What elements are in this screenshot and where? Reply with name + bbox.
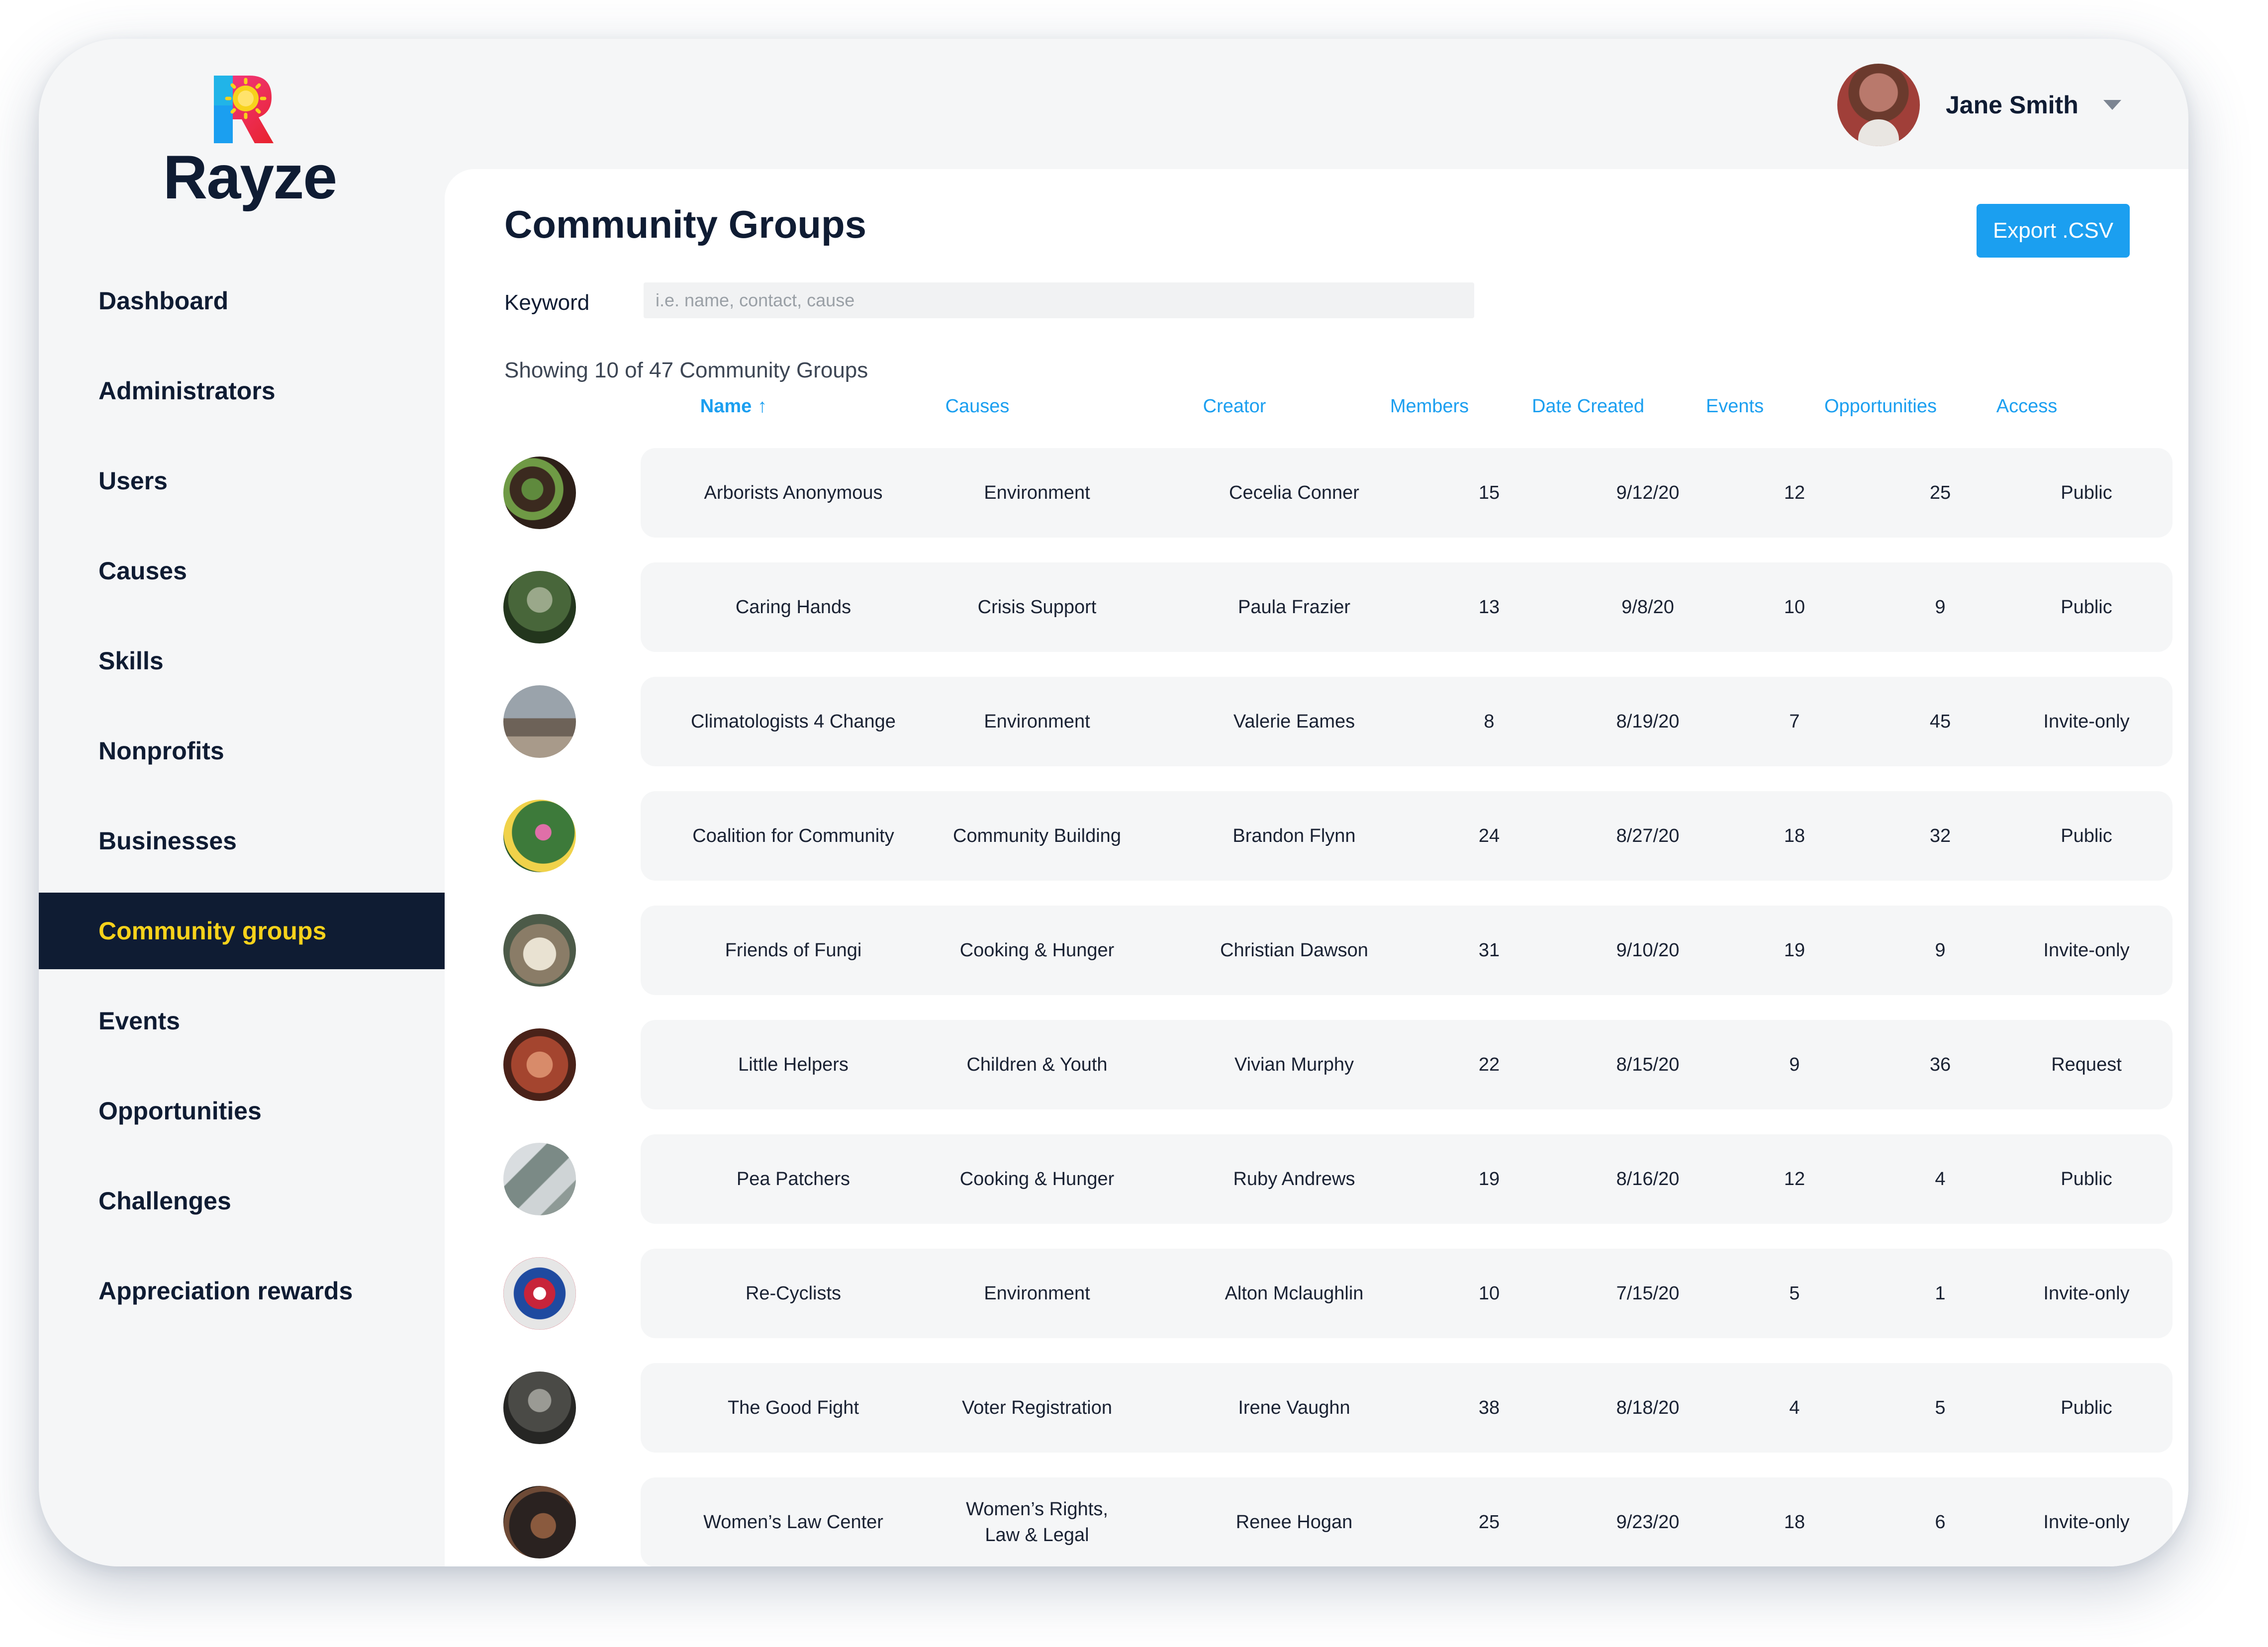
brand-name: Rayze [163,143,337,212]
group-thumbnail[interactable] [503,1257,576,1330]
sidebar-item-opportunities[interactable]: Opportunities [39,1073,445,1149]
table-row-the-good-fight[interactable]: The Good Fight Voter Registration Irene Va… [641,1363,2173,1453]
export-csv-button[interactable]: Export .CSV [1977,204,2130,258]
keyword-label: Keyword [504,290,590,315]
table-row-caring-hands[interactable]: Caring Hands Crisis Support Paula Frazier 1… [641,562,2173,652]
cell-name: Little Helpers [738,1054,849,1075]
cell-name: Coalition for Community [692,825,894,846]
cell-access: Invite-only [2043,940,2130,961]
column-header-causes[interactable]: Causes [878,396,1077,417]
cell-access: Public [2061,825,2112,846]
rayze-logo[interactable]: Rayze [150,75,349,214]
app-window: Rayze Dashboard Administrators Users Causes… [39,39,2188,1566]
cell-access: Request [2051,1054,2122,1075]
sidebar-item-users[interactable]: Users [39,443,445,519]
column-header-label: Events [1705,396,1764,417]
cell-access: Public [2061,1397,2112,1418]
cell-name: Friends of Fungi [725,940,862,961]
group-thumbnail[interactable] [503,457,576,529]
sidebar-item-administrators[interactable]: Administrators [39,353,445,429]
group-thumbnail[interactable] [503,685,576,758]
sidebar-item-causes[interactable]: Causes [39,533,445,609]
cell-causes: Women’s Rights, Law & Legal [966,1499,1108,1546]
column-header-creator[interactable]: Creator [1135,396,1334,417]
sidebar-item-businesses[interactable]: Businesses [39,803,445,879]
cell-name: Pea Patchers [736,1169,850,1190]
group-thumbnail[interactable] [503,914,576,987]
user-menu[interactable]: Jane Smith [1837,63,2121,147]
column-header-label: Opportunities [1824,396,1937,417]
cell-access: Invite-only [2043,1512,2130,1533]
main-panel: Community Groups Export .CSV Keyword Sho… [445,169,2188,1566]
column-header-label: Date Created [1531,396,1644,417]
group-thumbnail[interactable] [503,1486,576,1558]
group-thumbnail[interactable] [503,800,576,872]
chevron-down-icon[interactable] [2103,100,2121,110]
sidebar-item-challenges[interactable]: Challenges [39,1163,445,1239]
cell-access: Public [2061,482,2112,503]
table-row-arborists-anonymous[interactable]: Arborists Anonymous Environment Cecelia Co… [641,448,2173,538]
table-row-climatologists-4-change[interactable]: Climatologists 4 Change Environment Valeri… [641,677,2173,766]
group-thumbnail[interactable] [503,1143,576,1215]
rayze-logo-icon [214,76,274,143]
cell-causes: Environment [984,711,1090,732]
sidebar-item-nonprofits[interactable]: Nonprofits [39,713,445,789]
cell-name: Caring Hands [735,597,851,618]
keyword-search-input[interactable] [644,282,1474,318]
cell-causes: Children & Youth [966,1054,1108,1075]
table-row-re-cyclists[interactable]: Re-Cyclists Environment Alton Mclaughlin 10… [641,1249,2173,1338]
column-header-label: Causes [945,396,1010,417]
cell-causes: Voter Registration [961,1397,1113,1418]
cell-causes: Cooking & Hunger [959,1169,1115,1190]
avatar[interactable] [1837,64,1920,146]
column-header-access[interactable]: Access [1927,396,2126,417]
sidebar-item-community-groups[interactable]: Community groups [39,893,445,969]
table-row-friends-of-fungi[interactable]: Friends of Fungi Cooking & Hunger Christia… [641,906,2173,995]
sidebar-item-dashboard[interactable]: Dashboard [39,263,445,339]
cell-causes: Cooking & Hunger [959,940,1115,961]
column-header-label: Access [1996,396,2058,417]
sidebar-item-appreciation-rewards[interactable]: Appreciation rewards [39,1253,445,1329]
group-thumbnail[interactable] [503,1028,576,1101]
cell-causes: Crisis Support [977,597,1097,618]
cell-name: Re-Cyclists [745,1283,842,1304]
cell-access: Public [2061,597,2112,618]
cell-name: Arborists Anonymous [704,482,883,503]
column-header-name[interactable]: Name ↑ [634,396,833,417]
cell-name: The Good Fight [727,1397,859,1418]
sidebar-item-events[interactable]: Events [39,983,445,1059]
user-name[interactable]: Jane Smith [1946,91,2079,119]
cell-access: Invite-only [2043,1283,2130,1304]
table-row-coalition-for-community[interactable]: Coalition for Community Community Buildin… [641,791,2173,881]
sort-ascending-icon[interactable]: ↑ [757,396,767,417]
cell-name: Climatologists 4 Change [691,711,896,732]
cell-causes: Environment [984,1283,1090,1304]
page-title: Community Groups [504,202,867,246]
sidebar: Rayze Dashboard Administrators Users Causes… [39,39,445,1566]
cell-name: Women’s Law Center [703,1512,883,1533]
group-thumbnail[interactable] [503,1372,576,1444]
group-thumbnail[interactable] [503,571,576,643]
cell-causes: Environment [984,482,1090,503]
table-row-women-s-law-center[interactable]: Women’s Law Center Women’s Rights, Law & L… [641,1477,2173,1566]
column-header-label: Members [1390,396,1469,417]
table-row-pea-patchers[interactable]: Pea Patchers Cooking & Hunger Ruby Andrews… [641,1134,2173,1224]
cell-causes: Community Building [953,825,1121,846]
results-count: Showing 10 of 47 Community Groups [504,358,868,382]
table-row-little-helpers[interactable]: Little Helpers Children & Youth Vivian Mur… [641,1020,2173,1109]
column-header-label: Creator [1203,396,1266,417]
sidebar-item-skills[interactable]: Skills [39,623,445,699]
cell-access: Invite-only [2043,711,2130,732]
cell-access: Public [2061,1169,2112,1190]
column-header-label: Name [700,396,752,417]
